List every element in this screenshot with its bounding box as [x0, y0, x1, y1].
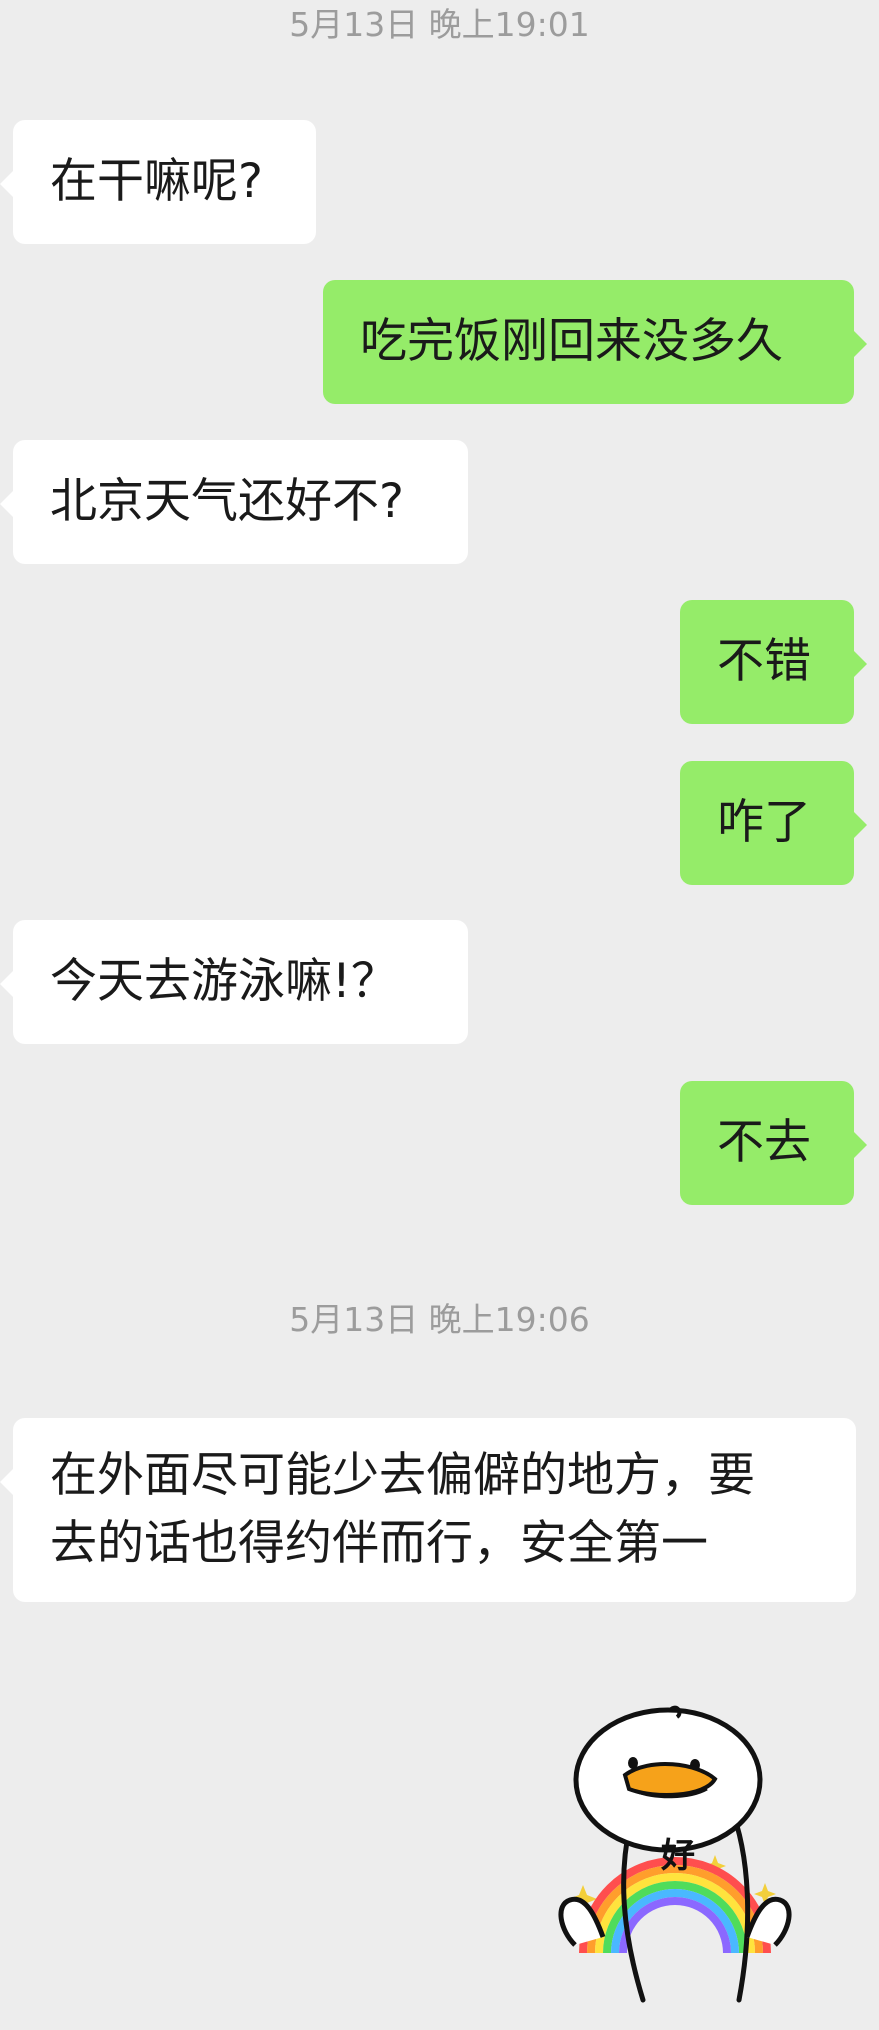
timestamp: 5月13日 晚上19:06: [289, 1300, 590, 1339]
incoming-message-bubble[interactable]: 北京天气还好不?: [0, 440, 468, 564]
message-text-line: 在外面尽可能少去偏僻的地方，要: [50, 1448, 755, 1503]
message-text: 不去: [717, 1115, 811, 1170]
message-text: 咋了: [717, 795, 811, 850]
timestamp: 5月13日 晚上19:01: [289, 5, 590, 44]
message-text-line: 去的话也得约伴而行，安全第一: [50, 1516, 708, 1571]
duck-rainbow-sticker-icon[interactable]: 好: [525, 1705, 825, 2005]
message-text: 不错: [717, 634, 811, 689]
message-text: 吃完饭刚回来没多久: [360, 314, 783, 369]
incoming-message-bubble[interactable]: 今天去游泳嘛!？: [0, 920, 468, 1044]
incoming-message-bubble[interactable]: 在外面尽可能少去偏僻的地方，要 去的话也得约伴而行，安全第一: [0, 1418, 856, 1602]
message-text: 在干嘛呢?: [50, 154, 263, 209]
message-text: 今天去游泳嘛!？: [50, 954, 398, 1009]
outgoing-message-bubble[interactable]: 咋了: [680, 761, 867, 885]
incoming-message-bubble[interactable]: 在干嘛呢?: [0, 120, 316, 244]
sticker-text: 好: [660, 1836, 695, 1876]
outgoing-message-bubble[interactable]: 不错: [680, 600, 867, 724]
outgoing-message-bubble[interactable]: 不去: [680, 1081, 867, 1205]
message-text: 北京天气还好不?: [50, 474, 404, 529]
outgoing-message-bubble[interactable]: 吃完饭刚回来没多久: [323, 280, 867, 404]
sticker-graphic: 好: [558, 1705, 792, 2003]
